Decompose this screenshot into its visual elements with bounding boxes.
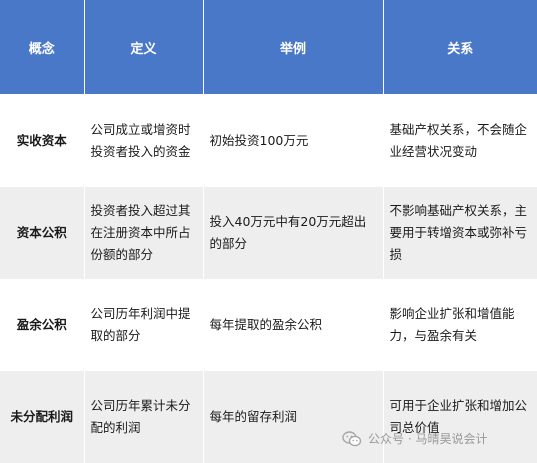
definition-cell: 公司成立或增资时投资者投入的资金 xyxy=(84,94,204,187)
concept-cell: 资本公积 xyxy=(0,187,85,279)
relation-cell: 不影响基础产权关系，主要用于转增资本或弥补亏损 xyxy=(383,187,537,279)
definition-cell: 公司历年利润中提取的部分 xyxy=(84,279,204,371)
example-cell: 投入40万元中有20万元超出的部分 xyxy=(203,187,384,279)
header-relation: 关系 xyxy=(383,0,537,94)
definition-cell: 公司历年累计未分配的利润 xyxy=(84,371,204,463)
header-definition: 定义 xyxy=(84,0,204,94)
table-row: 实收资本 公司成立或增资时投资者投入的资金 初始投资100万元 基础产权关系，不… xyxy=(0,94,537,187)
concept-cell: 实收资本 xyxy=(0,94,85,187)
table-row: 资本公积 投资者投入超过其在注册资本中所占份额的部分 投入40万元中有20万元超… xyxy=(0,187,537,279)
example-cell: 初始投资100万元 xyxy=(203,94,384,187)
concept-cell: 盈余公积 xyxy=(0,279,85,371)
concept-cell: 未分配利润 xyxy=(0,371,85,463)
header-concept: 概念 xyxy=(0,0,85,94)
definition-cell: 投资者投入超过其在注册资本中所占份额的部分 xyxy=(84,187,204,279)
relation-cell: 可用于企业扩张和增加公司总价值 xyxy=(383,371,537,463)
table-row: 盈余公积 公司历年利润中提取的部分 每年提取的盈余公积 影响企业扩张和增值能力，… xyxy=(0,279,537,371)
table-header-row: 概念 定义 举例 关系 xyxy=(0,0,537,94)
relation-cell: 基础产权关系，不会随企业经营状况变动 xyxy=(383,94,537,187)
watermark: 公众号 · 马晴昊说会计 xyxy=(342,430,487,447)
watermark-text: 公众号 · 马晴昊说会计 xyxy=(368,432,488,446)
concept-table: 概念 定义 举例 关系 实收资本 公司成立或增资时投资者投入的资金 初始投资10… xyxy=(0,0,537,463)
wechat-icon xyxy=(342,430,362,447)
example-cell: 每年的留存利润 xyxy=(203,371,384,463)
table-row: 未分配利润 公司历年累计未分配的利润 每年的留存利润 可用于企业扩张和增加公司总… xyxy=(0,371,537,463)
header-example: 举例 xyxy=(203,0,384,94)
example-cell: 每年提取的盈余公积 xyxy=(203,279,384,371)
relation-cell: 影响企业扩张和增值能力，与盈余有关 xyxy=(383,279,537,371)
